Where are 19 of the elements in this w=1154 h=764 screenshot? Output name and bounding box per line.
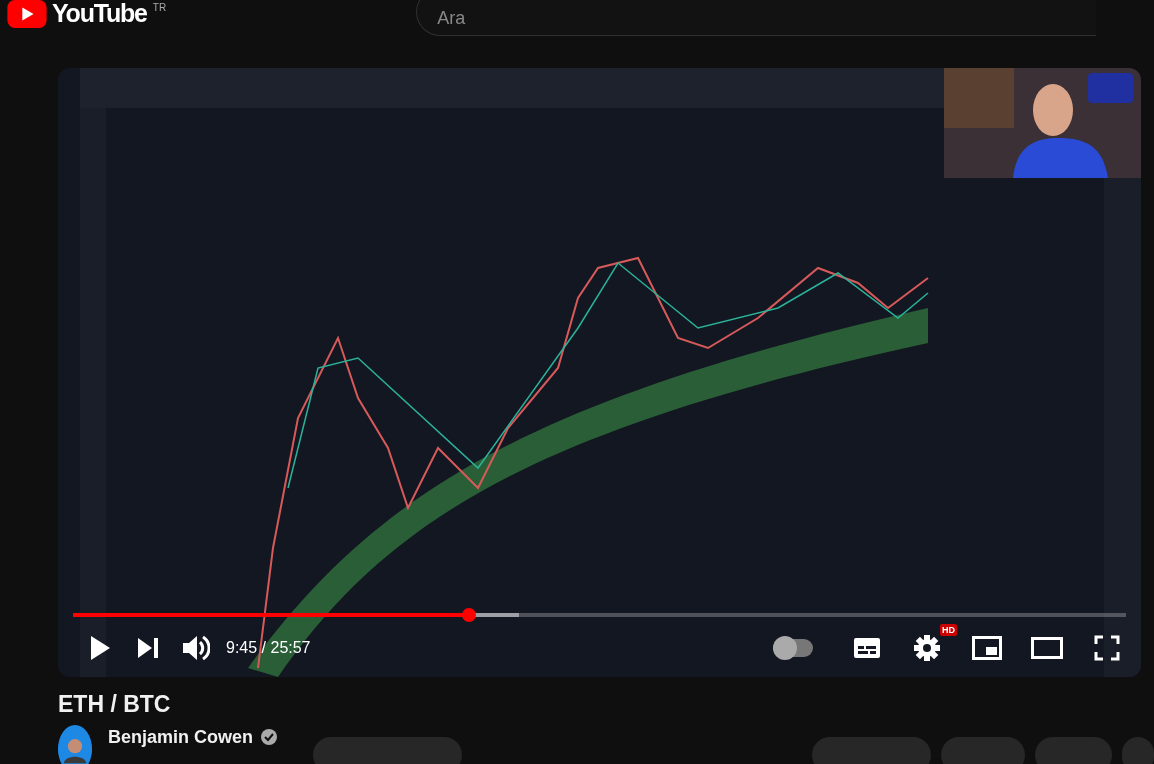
theater-mode-icon xyxy=(1031,637,1063,659)
hd-badge: HD xyxy=(940,624,957,636)
channel-avatar[interactable] xyxy=(58,724,92,764)
country-code: TR xyxy=(152,1,167,15)
channel-name[interactable]: Benjamin Cowen xyxy=(108,726,254,749)
time-display: 9:45 / 25:57 xyxy=(226,638,311,658)
youtube-logo-icon[interactable] xyxy=(6,0,48,28)
autoplay-toggle[interactable] xyxy=(773,639,813,657)
settings-icon xyxy=(914,635,940,661)
fullscreen-icon xyxy=(1094,635,1120,661)
subtitles-icon xyxy=(853,637,881,659)
search-field[interactable]: Ara xyxy=(416,0,1097,36)
next-icon xyxy=(137,637,159,659)
miniplayer-icon xyxy=(972,636,1002,660)
logo-text[interactable]: YouTube xyxy=(52,0,147,28)
progress-bar[interactable] xyxy=(73,613,1126,617)
video-title: ETH / BTC xyxy=(58,691,172,719)
play-icon xyxy=(89,635,111,661)
volume-icon xyxy=(182,635,210,661)
